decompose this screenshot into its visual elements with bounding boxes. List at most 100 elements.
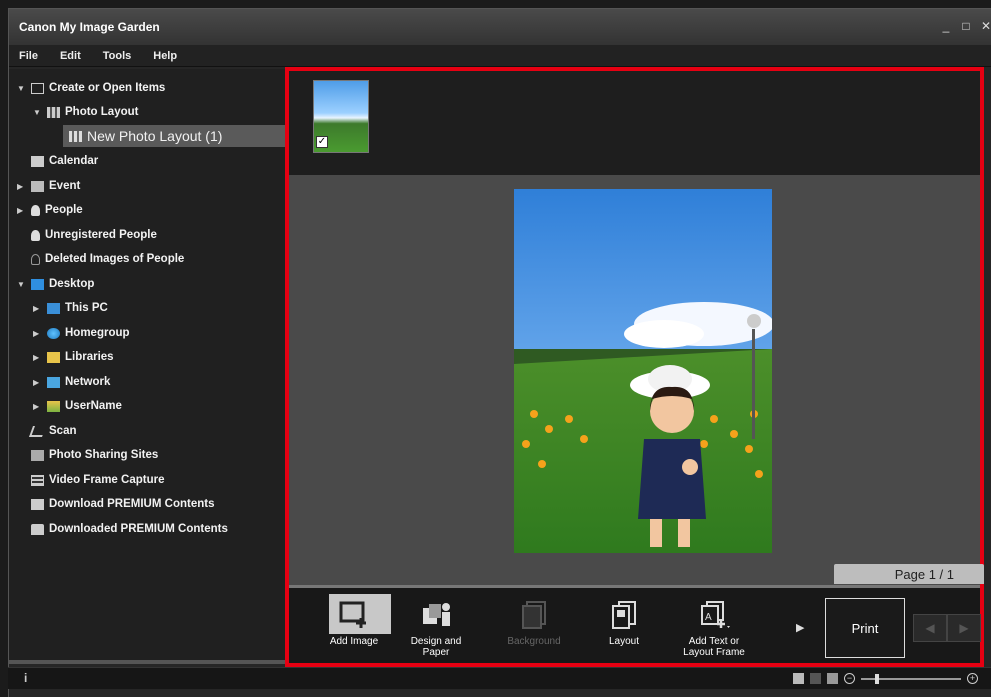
tree-item-desktop[interactable]: ▼ Desktop <box>17 273 94 295</box>
calendar-icon <box>31 155 44 167</box>
desktop-icon <box>31 278 44 290</box>
collapsed-arrow-icon[interactable]: ▶ <box>17 206 27 215</box>
edit-canvas <box>289 175 980 585</box>
expanded-arrow-icon[interactable]: ▼ <box>17 84 27 93</box>
layout-button[interactable]: Layout <box>589 596 659 662</box>
checkbox-checked-icon[interactable]: ✓ <box>316 136 328 148</box>
photo-image <box>514 189 772 553</box>
expanded-arrow-icon[interactable]: ▼ <box>33 108 43 117</box>
layout-photo[interactable] <box>514 189 772 553</box>
tree-item-libraries[interactable]: ▶ Libraries <box>33 346 114 368</box>
bottom-toolbar: Add Image Design and Paper Background La… <box>289 585 981 663</box>
menu-tools[interactable]: Tools <box>103 50 132 62</box>
collapsed-arrow-icon[interactable]: ▶ <box>33 329 43 338</box>
user-folder-icon <box>47 400 60 412</box>
download-icon <box>31 498 44 510</box>
zoom-in-icon[interactable]: + <box>967 673 978 684</box>
tree-item-label: Network <box>65 376 111 388</box>
tree-item-scan[interactable]: Scan <box>28 420 77 442</box>
tree-item-this-pc[interactable]: ▶ This PC <box>33 297 108 319</box>
tree-item-downloaded-premium[interactable]: Downloaded PREMIUM Contents <box>31 518 228 540</box>
sidebar-resize-handle[interactable] <box>8 660 286 664</box>
background-button[interactable]: Background <box>499 596 569 662</box>
tree-item-homegroup[interactable]: ▶ Homegroup <box>33 322 130 344</box>
zoom-slider[interactable] <box>861 673 961 684</box>
tree-item-username[interactable]: ▶ UserName <box>33 395 122 417</box>
window-controls: _ □ ✕ <box>940 19 991 33</box>
create-icon <box>31 82 44 94</box>
design-paper-icon <box>419 600 453 630</box>
tree-item-new-photo-layout[interactable]: New Photo Layout (1) <box>63 125 287 147</box>
tree-item-label: Homegroup <box>65 327 130 339</box>
page-indicator-tab[interactable]: Page 1 / 1 <box>834 564 984 584</box>
detail-view-icon[interactable] <box>810 673 821 684</box>
collapsed-arrow-icon[interactable]: ▶ <box>33 402 43 411</box>
tree-item-download-premium[interactable]: Download PREMIUM Contents <box>31 493 214 515</box>
pc-icon <box>47 302 60 314</box>
next-page-icon[interactable]: ▶ <box>947 614 981 642</box>
event-icon <box>31 180 44 192</box>
collapsed-arrow-icon[interactable]: ▶ <box>33 353 43 362</box>
tree-item-label: Unregistered People <box>45 229 157 241</box>
person-icon <box>31 204 40 216</box>
expanded-arrow-icon[interactable]: ▼ <box>17 280 27 289</box>
tree-item-label: Create or Open Items <box>49 82 166 94</box>
folder-icon <box>31 523 44 535</box>
add-image-label: Add Image <box>329 636 379 647</box>
design-and-paper-button[interactable]: Design and Paper <box>401 596 471 662</box>
minimize-button[interactable]: _ <box>940 19 952 33</box>
tree-item-label: Event <box>49 180 81 192</box>
background-icon <box>517 600 551 630</box>
menu-help[interactable]: Help <box>153 50 177 62</box>
tree-item-network[interactable]: ▶ Network <box>33 371 110 393</box>
more-tools-arrow-icon[interactable]: ▶ <box>796 621 804 634</box>
collapsed-arrow-icon[interactable]: ▶ <box>17 182 27 191</box>
collapsed-arrow-icon[interactable]: ▶ <box>33 304 43 313</box>
close-button[interactable]: ✕ <box>980 19 991 33</box>
tree-item-label: Scan <box>49 425 77 437</box>
tree-item-create-or-open[interactable]: ▼ Create or Open Items <box>17 77 165 99</box>
photo-layout-icon <box>47 106 60 118</box>
tree-item-deleted-images[interactable]: Deleted Images of People <box>31 248 184 270</box>
scan-icon <box>28 425 47 437</box>
menu-edit[interactable]: Edit <box>60 50 81 62</box>
svg-text:A: A <box>705 612 712 623</box>
libraries-icon <box>47 351 60 363</box>
info-icon[interactable]: i <box>24 671 27 685</box>
window-title: Canon My Image Garden <box>19 20 160 34</box>
design-and-paper-label: Design and Paper <box>410 636 462 658</box>
tree-item-photo-layout[interactable]: ▼ Photo Layout <box>33 101 138 123</box>
tree-item-label: Calendar <box>49 155 99 167</box>
page-indicator: Page 1 / 1 <box>894 566 954 582</box>
collapsed-arrow-icon[interactable]: ▶ <box>33 378 43 387</box>
homegroup-icon <box>47 327 60 339</box>
previous-page-icon[interactable]: ◀ <box>913 614 947 642</box>
thumbnail-strip: ✓ <box>289 71 980 175</box>
add-image-icon <box>329 594 391 634</box>
status-bar: i − + <box>8 667 991 689</box>
print-button[interactable]: Print <box>825 598 905 658</box>
thumbnail-view-icon[interactable] <box>793 673 804 684</box>
tree-item-label: New Photo Layout (1) <box>87 128 223 144</box>
menu-bar: File Edit Tools Help <box>9 45 991 67</box>
network-icon <box>47 376 60 388</box>
maximize-button[interactable]: □ <box>960 19 972 33</box>
tree-item-label: People <box>45 204 83 216</box>
tree-item-photo-sharing[interactable]: Photo Sharing Sites <box>31 444 158 466</box>
video-frame-icon <box>31 474 44 486</box>
tree-item-label: Photo Layout <box>65 106 139 118</box>
tree-item-calendar[interactable]: Calendar <box>31 150 98 172</box>
tree-item-video-frame[interactable]: Video Frame Capture <box>31 469 164 491</box>
tree-item-people[interactable]: ▶ People <box>17 199 83 221</box>
add-text-or-layout-frame-button[interactable]: A Add Text or Layout Frame <box>679 596 749 662</box>
photo-sharing-icon <box>31 449 44 461</box>
page-thumbnail[interactable]: ✓ <box>313 80 369 153</box>
menu-file[interactable]: File <box>19 50 38 62</box>
zoom-out-icon[interactable]: − <box>844 673 855 684</box>
add-image-button[interactable]: Add Image <box>319 594 391 662</box>
tree-item-unregistered-people[interactable]: Unregistered People <box>31 224 157 246</box>
background-label: Background <box>507 636 561 647</box>
tree-item-event[interactable]: ▶ Event <box>17 175 80 197</box>
fit-view-icon[interactable] <box>827 673 838 684</box>
zoom-slider-handle[interactable] <box>875 673 879 684</box>
